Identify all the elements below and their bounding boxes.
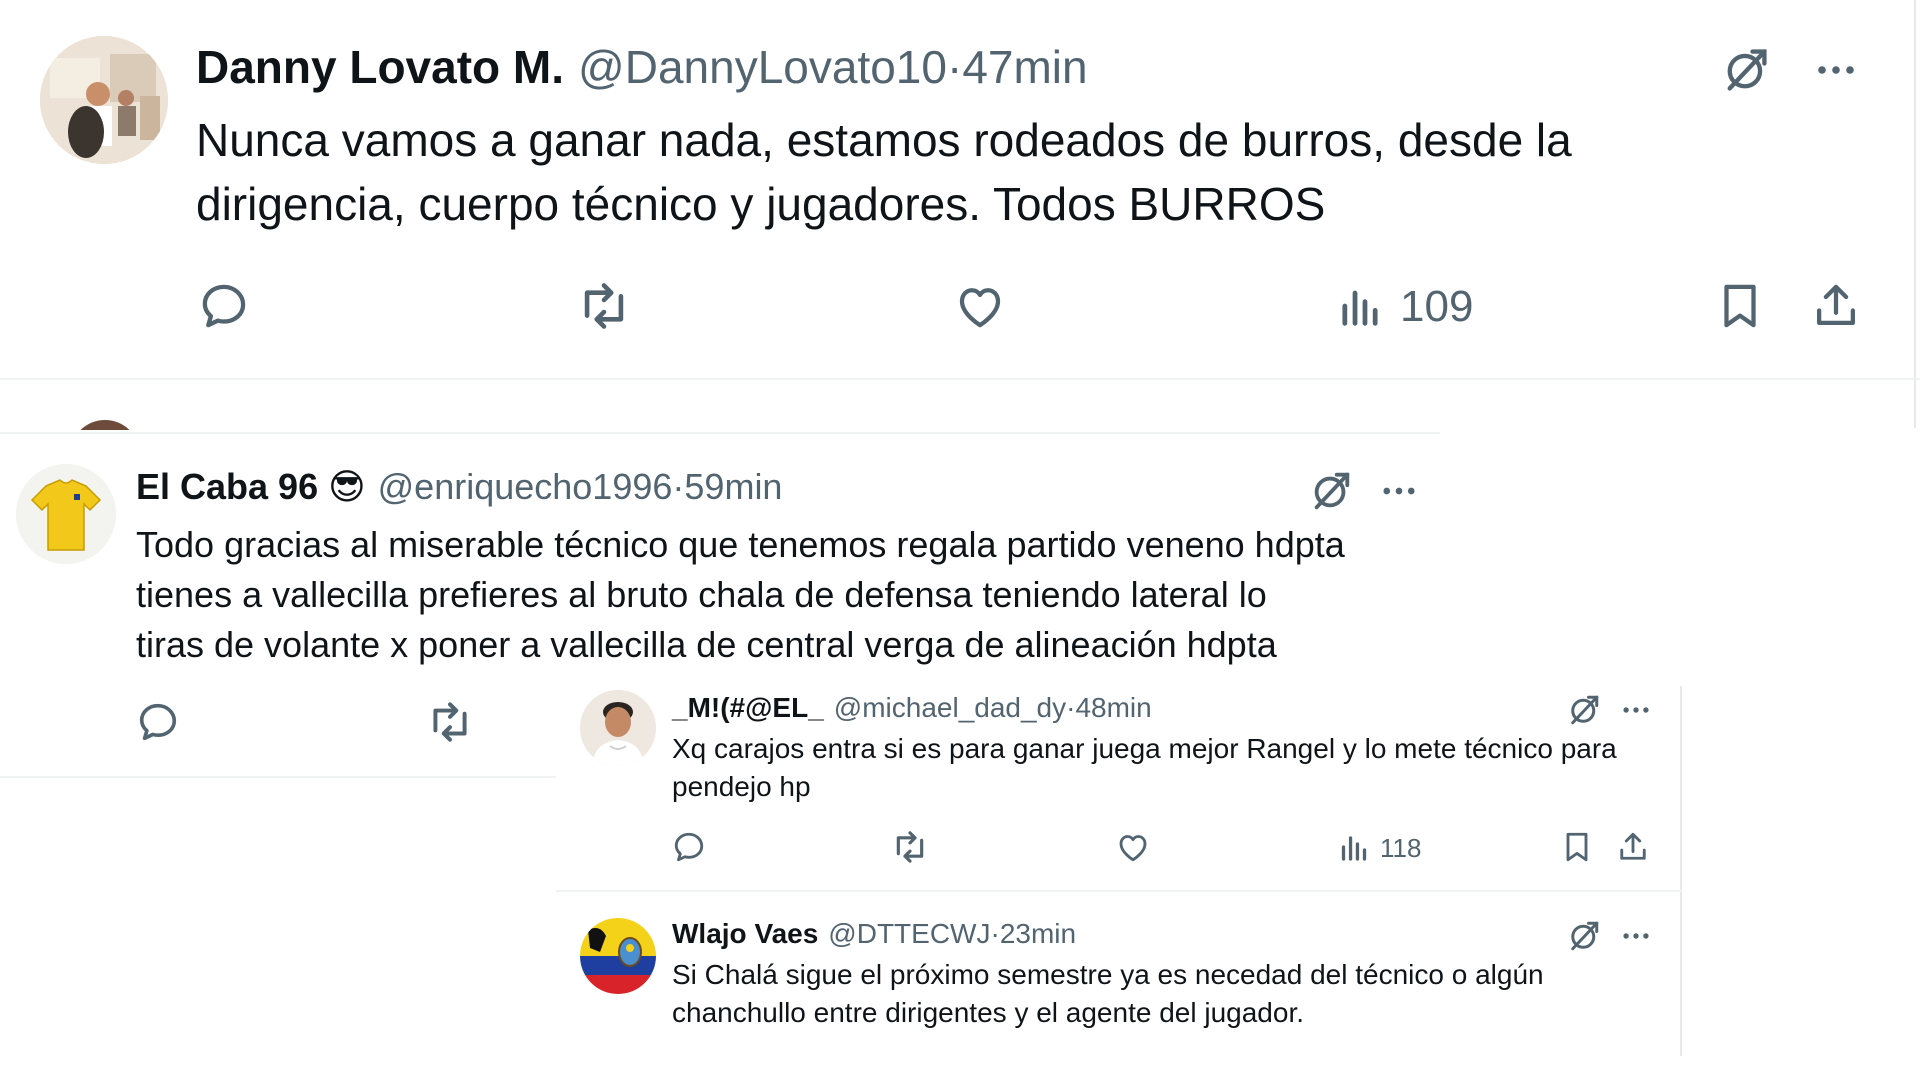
display-name[interactable]: Wlajo Vaes [672,918,818,950]
cropped-avatar-fragment [70,420,140,430]
tweet-text-line: Todo gracias al miserable técnico que te… [136,524,1345,565]
grok-icon[interactable] [1718,42,1774,98]
views-icon[interactable] [1336,828,1372,866]
tweet-text-line: Xq carajos entra si es para ganar juega … [672,733,1617,764]
avatar[interactable] [16,464,116,564]
avatar[interactable] [40,36,168,164]
views-count[interactable]: 109 [1400,282,1473,332]
timestamp[interactable]: 47min [962,40,1087,94]
reply-icon[interactable] [196,278,252,334]
avatar[interactable] [580,690,656,766]
reply-icon[interactable] [134,698,182,746]
separator: · [672,466,685,507]
tweet-text-line: dirigencia, cuerpo técnico y jugadores. … [196,178,1326,230]
tweet-text: Xq carajos entra si es para ganar juega … [672,730,1672,806]
timestamp[interactable]: 48min [1075,692,1151,724]
tweet-text-line: tienes a vallecilla prefieres al bruto c… [136,574,1267,615]
like-icon[interactable] [952,278,1008,334]
tweet-text: Nunca vamos a ganar nada, estamos rodead… [196,108,1756,236]
divider [1680,686,1682,1056]
views-count[interactable]: 118 [1380,833,1421,864]
separator: · [1066,692,1076,723]
grok-icon[interactable] [1564,916,1604,956]
like-icon[interactable] [1114,828,1152,866]
retweet-icon[interactable] [424,698,476,746]
divider [0,776,556,778]
handle[interactable]: @DannyLovato10 [578,40,947,94]
reply-icon[interactable] [670,828,708,866]
avatar[interactable] [580,918,656,994]
tweet-text: Todo gracias al miserable técnico que te… [136,520,1436,670]
bookmark-icon[interactable] [1558,828,1596,866]
handle[interactable]: @enriquecho1996 [378,466,673,508]
avatar-image [16,464,116,564]
retweet-icon[interactable] [574,278,634,334]
tweet-text-line: Nunca vamos a ganar nada, estamos rodead… [196,114,1572,166]
tweet-header: El Caba 96 😎 @enriquecho1996 · 59min [136,466,782,514]
grok-icon[interactable] [1564,690,1604,730]
handle[interactable]: @michael_dad_dy [834,692,1066,724]
tweet-text-line: Si Chalá sigue el próximo semestre ya es… [672,959,1544,990]
more-icon[interactable] [1616,690,1656,730]
avatar-image [40,36,168,164]
timestamp[interactable]: 23min [1000,918,1076,950]
bookmark-icon[interactable] [1712,278,1768,334]
divider [556,890,1682,892]
avatar-image [580,918,656,994]
divider [0,432,1440,434]
tweet-text-line: pendejo hp [672,771,811,802]
display-name[interactable]: El Caba 96 [136,466,318,508]
more-icon[interactable] [1374,466,1424,516]
display-name[interactable]: Danny Lovato M. [196,40,564,94]
share-icon[interactable] [1808,278,1864,334]
tweet-text-line: chanchullo entre dirigentes y el agente … [672,997,1304,1028]
retweet-icon[interactable] [890,828,930,866]
tweet-header: Danny Lovato M. @DannyLovato10 · 47min [196,40,1088,100]
timestamp[interactable]: 59min [684,466,782,508]
divider [1914,0,1916,428]
tweet-text: Si Chalá sigue el próximo semestre ya es… [672,956,1672,1032]
more-icon[interactable] [1808,42,1864,98]
more-icon[interactable] [1616,916,1656,956]
tweet-header: Wlajo Vaes @DTTECWJ · 23min [672,918,1076,954]
avatar-image [580,690,656,766]
grok-icon[interactable] [1306,466,1356,516]
views-icon[interactable] [1334,278,1386,334]
tweet-text-line: tiras de volante x poner a vallecilla de… [136,624,1277,665]
tweet-header: _M!(#@EL_ @michael_dad_dy · 48min [672,692,1152,728]
share-icon[interactable] [1614,828,1652,866]
display-name[interactable]: _M!(#@EL_ [672,692,824,724]
divider [0,378,1920,380]
separator: · [946,41,963,93]
handle[interactable]: @DTTECWJ [828,918,990,950]
sunglasses-emoji-icon: 😎 [328,466,366,507]
separator: · [990,918,1000,949]
